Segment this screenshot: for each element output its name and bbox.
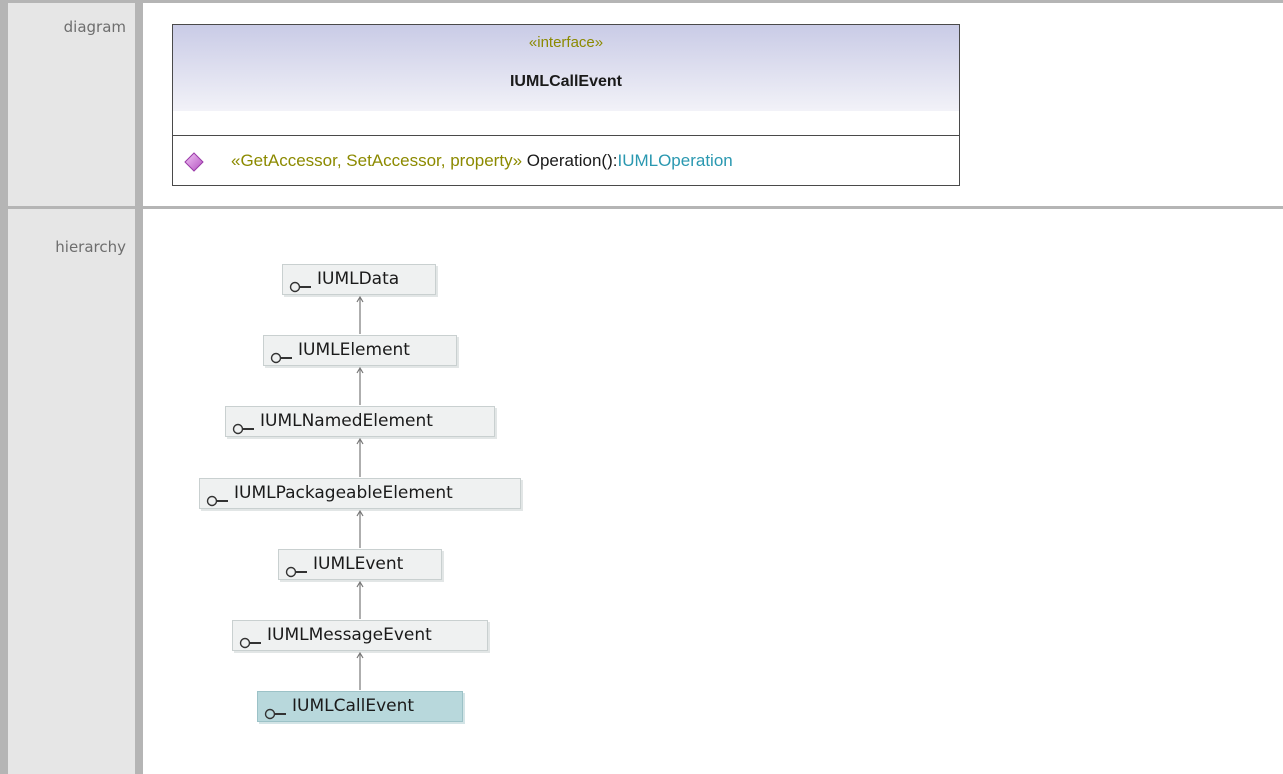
interface-lollipop-icon — [206, 488, 232, 507]
interface-lollipop-icon — [289, 274, 315, 293]
interface-lollipop-icon — [239, 630, 265, 649]
arrow-up-icon — [356, 295, 364, 334]
interface-lollipop-icon — [232, 416, 258, 435]
operation-stereotype: «GetAccessor, SetAccessor, property» — [231, 151, 523, 170]
interface-lollipop-icon — [270, 345, 296, 364]
operation-text: «GetAccessor, SetAccessor, property» Ope… — [231, 151, 733, 171]
arrow-up-icon — [356, 437, 364, 477]
generalization-arrows — [356, 295, 364, 690]
interface-class-box[interactable]: «interface» IUMLCallEvent «GetAccessor, … — [172, 24, 960, 186]
interface-stereotype: «interface» — [528, 34, 604, 51]
frame-left — [0, 0, 8, 774]
attribute-compartment — [173, 111, 959, 136]
frame-divider-vertical — [135, 0, 143, 774]
arrow-up-icon — [356, 366, 364, 405]
frame-top — [0, 0, 1283, 3]
interface-lollipop-icon — [264, 701, 290, 720]
arrow-up-icon — [356, 651, 364, 690]
frame-divider-horizontal — [0, 206, 1283, 209]
arrow-up-icon — [356, 580, 364, 619]
operation-return-type[interactable]: IUMLOperation — [617, 151, 732, 170]
label-column-hierarchy — [8, 209, 135, 774]
row-label-diagram: diagram — [63, 18, 126, 36]
interface-lollipop-icon — [285, 559, 311, 578]
arrow-up-icon — [356, 509, 364, 548]
operation-row[interactable]: «GetAccessor, SetAccessor, property» Ope… — [173, 149, 959, 177]
row-label-hierarchy: hierarchy — [55, 238, 126, 256]
interface-name: IUMLCallEvent — [509, 73, 622, 90]
interface-header: «interface» IUMLCallEvent — [173, 25, 959, 112]
operation-signature: Operation(): — [522, 151, 618, 170]
operation-diamond-icon — [183, 151, 205, 178]
